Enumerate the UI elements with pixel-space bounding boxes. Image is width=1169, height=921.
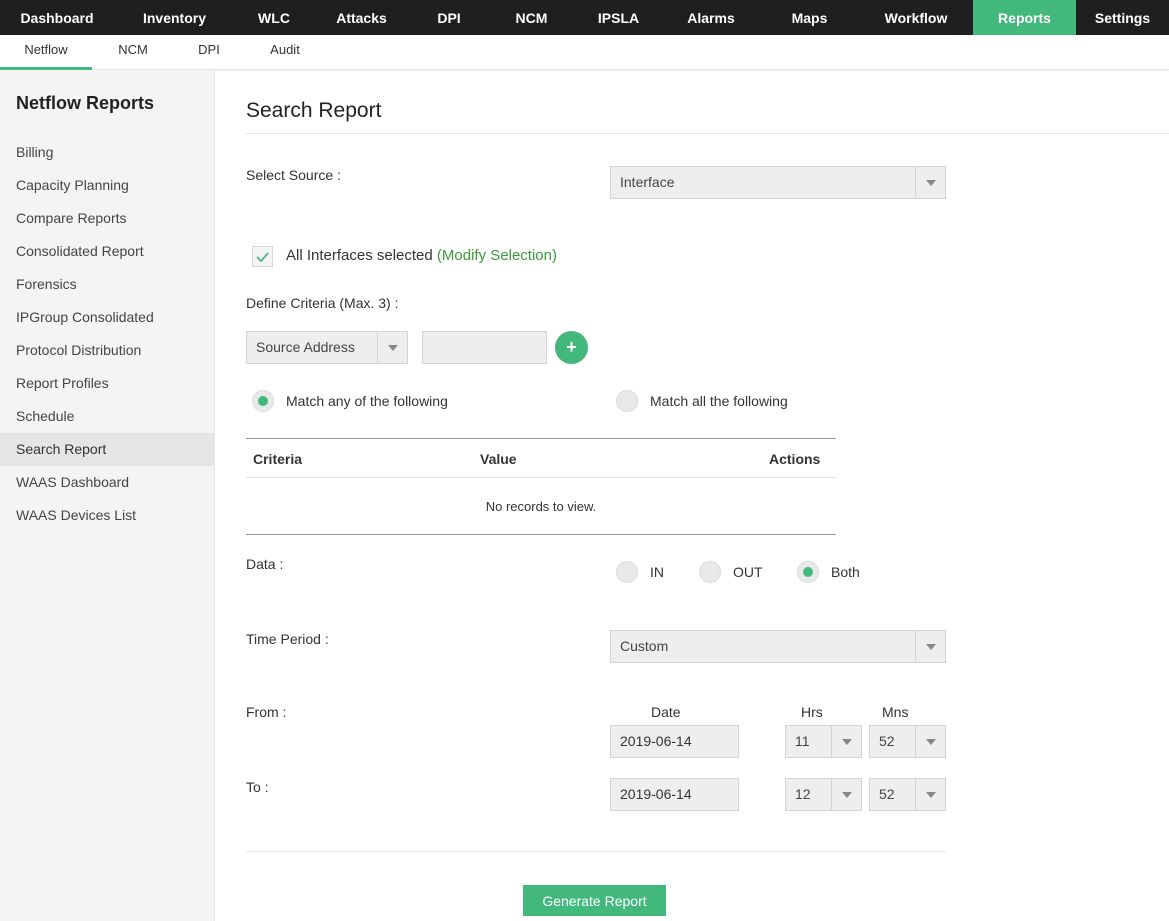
top-tab-dashboard[interactable]: Dashboard [0, 0, 114, 35]
criteria-dropdown[interactable]: Source Address [246, 331, 408, 364]
top-tab-inventory[interactable]: Inventory [114, 0, 235, 35]
grid-header-actions[interactable]: Actions [769, 451, 820, 467]
modify-selection-link[interactable]: (Modify Selection) [437, 247, 557, 264]
sub-tab-dpi[interactable]: DPI [185, 35, 233, 70]
data-both-radio[interactable] [797, 561, 819, 583]
sidebar-item-waas-dashboard[interactable]: WAAS Dashboard [0, 466, 215, 499]
to-date-input[interactable]: 2019-06-14 [610, 778, 739, 811]
grid-empty-message: No records to view. [485, 499, 597, 514]
from-hrs-value: 11 [795, 733, 810, 749]
chevron-down-icon [915, 726, 945, 757]
grid-header-divider [246, 477, 836, 478]
from-hrs-dropdown[interactable]: 11 [785, 725, 862, 758]
match-any-label: Match any of the following [286, 393, 448, 409]
chevron-down-icon [915, 167, 945, 198]
hrs-column-header: Hrs [801, 704, 823, 720]
sub-tab-audit[interactable]: Audit [260, 35, 310, 70]
chevron-down-icon [831, 726, 861, 757]
grid-header-criteria[interactable]: Criteria [253, 451, 302, 467]
sidebar-item-waas-devices-list[interactable]: WAAS Devices List [0, 499, 215, 532]
chevron-down-icon [831, 779, 861, 810]
sidebar-item-compare-reports[interactable]: Compare Reports [0, 202, 215, 235]
time-period-label: Time Period : [246, 631, 329, 647]
top-tab-wlc[interactable]: WLC [235, 0, 313, 35]
all-interfaces-text: All Interfaces selected [286, 247, 433, 264]
top-tab-ncm[interactable]: NCM [488, 0, 575, 35]
to-hrs-value: 12 [795, 786, 811, 802]
chevron-down-icon [377, 332, 407, 363]
date-column-header: Date [651, 704, 681, 720]
data-in-radio[interactable] [616, 561, 638, 583]
data-out-label: OUT [733, 564, 763, 580]
mns-column-header: Mns [882, 704, 909, 720]
match-any-radio[interactable] [252, 390, 274, 412]
all-interfaces-label: All Interfaces selected (Modify Selectio… [286, 247, 557, 264]
data-out-radio[interactable] [699, 561, 721, 583]
criteria-dropdown-value: Source Address [256, 339, 355, 355]
grid-header-value[interactable]: Value [480, 451, 517, 467]
sidebar-item-forensics[interactable]: Forensics [0, 268, 215, 301]
form-footer-divider [246, 851, 946, 852]
top-tab-attacks[interactable]: Attacks [313, 0, 410, 35]
time-period-dropdown[interactable]: Custom [610, 630, 946, 663]
sidebar-item-consolidated-report[interactable]: Consolidated Report [0, 235, 215, 268]
data-both-label: Both [831, 564, 860, 580]
top-tab-alarms[interactable]: Alarms [662, 0, 760, 35]
select-source-value: Interface [620, 174, 675, 190]
sidebar-item-ipgroup-consolidated[interactable]: IPGroup Consolidated [0, 301, 215, 334]
criteria-value-input[interactable] [422, 331, 547, 364]
top-tab-reports[interactable]: Reports [973, 0, 1076, 35]
match-all-label: Match all the following [650, 393, 788, 409]
sidebar-item-search-report[interactable]: Search Report [0, 433, 215, 466]
from-mns-value: 52 [879, 733, 895, 749]
grid-top-border [246, 438, 836, 439]
data-label: Data : [246, 556, 284, 572]
from-mns-dropdown[interactable]: 52 [869, 725, 946, 758]
sidebar-item-report-profiles[interactable]: Report Profiles [0, 367, 215, 400]
page-title: Search Report [246, 99, 382, 122]
to-hrs-dropdown[interactable]: 12 [785, 778, 862, 811]
to-mns-dropdown[interactable]: 52 [869, 778, 946, 811]
from-date-input[interactable]: 2019-06-14 [610, 725, 739, 758]
sub-tab-netflow[interactable]: Netflow [0, 35, 92, 70]
time-period-value: Custom [620, 638, 669, 654]
check-icon [256, 249, 269, 265]
from-label: From : [246, 704, 287, 720]
top-nav: Dashboard Inventory WLC Attacks DPI NCM … [0, 0, 1169, 35]
to-mns-value: 52 [879, 786, 895, 802]
chevron-down-icon [915, 779, 945, 810]
sub-tab-ncm[interactable]: NCM [103, 35, 163, 70]
generate-report-button[interactable]: Generate Report [523, 885, 666, 916]
top-tab-ipsla[interactable]: IPSLA [575, 0, 662, 35]
top-tab-maps[interactable]: Maps [760, 0, 859, 35]
top-tab-workflow[interactable]: Workflow [859, 0, 973, 35]
top-tab-settings[interactable]: Settings [1076, 0, 1169, 35]
sidebar-item-protocol-distribution[interactable]: Protocol Distribution [0, 334, 215, 367]
data-in-label: IN [650, 564, 664, 580]
sidebar: Netflow Reports Billing Capacity Plannin… [0, 70, 215, 921]
to-label: To : [246, 779, 269, 795]
all-interfaces-checkbox[interactable] [252, 246, 273, 267]
define-criteria-label: Define Criteria (Max. 3) : [246, 295, 399, 311]
sidebar-item-schedule[interactable]: Schedule [0, 400, 215, 433]
title-divider [246, 133, 1169, 134]
sidebar-item-billing[interactable]: Billing [0, 136, 215, 169]
select-source-label: Select Source : [246, 167, 341, 183]
chevron-down-icon [915, 631, 945, 662]
grid-bottom-border [246, 534, 836, 535]
sidebar-title: Netflow Reports [16, 93, 155, 113]
select-source-dropdown[interactable]: Interface [610, 166, 946, 199]
match-all-radio[interactable] [616, 390, 638, 412]
top-tab-dpi[interactable]: DPI [410, 0, 488, 35]
add-criteria-button[interactable]: + [555, 331, 588, 364]
sidebar-item-capacity-planning[interactable]: Capacity Planning [0, 169, 215, 202]
sub-nav: Netflow NCM DPI Audit [0, 35, 1169, 70]
